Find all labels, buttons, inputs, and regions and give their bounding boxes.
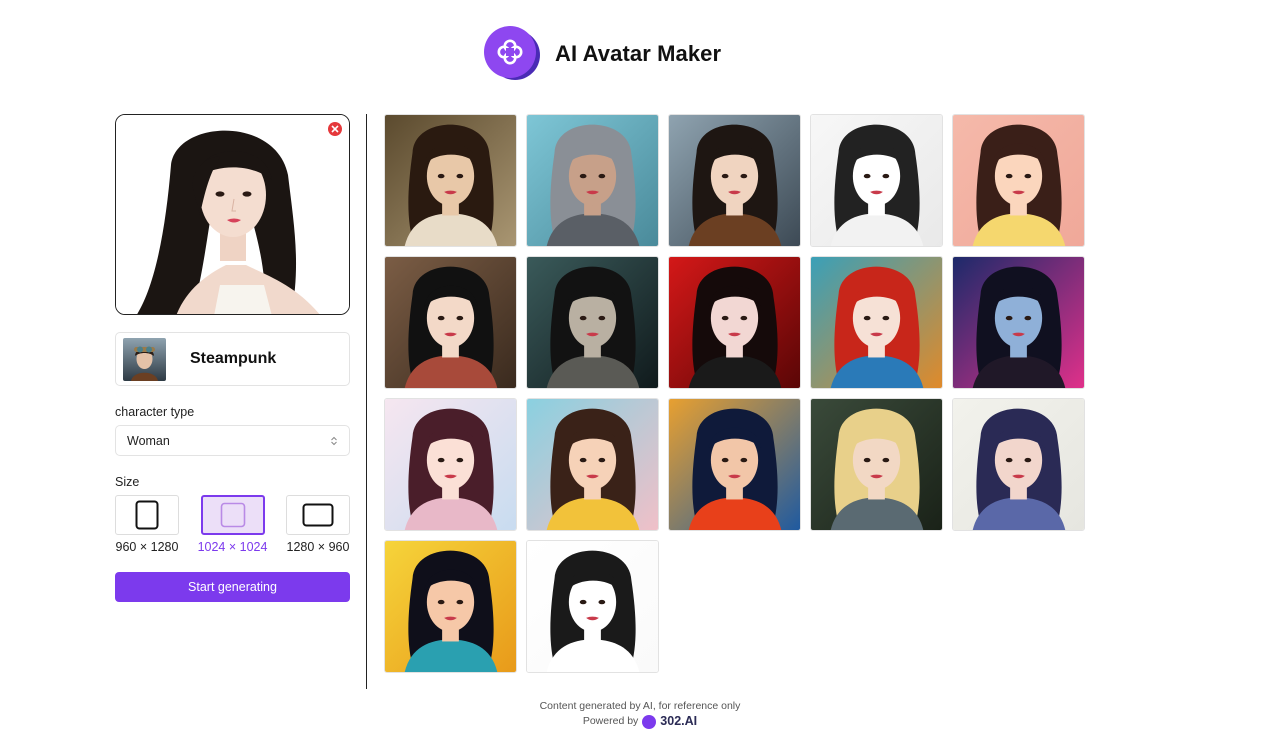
avatar-preview-image (811, 115, 942, 246)
size-option-label: 960 × 1280 (115, 540, 179, 554)
style-thumbnail[interactable] (952, 398, 1085, 531)
disclaimer-text: Content generated by AI, for reference o… (539, 700, 741, 712)
size-option-landscape[interactable]: 1280 × 960 (286, 495, 350, 554)
avatar-preview-image (811, 399, 942, 530)
character-type-select[interactable]: Woman (115, 425, 350, 456)
app-header: AI Avatar Maker (484, 26, 721, 82)
powered-by: Powered by 302.AI (0, 714, 1280, 729)
powered-by-label: Powered by (582, 715, 639, 727)
page-title: AI Avatar Maker (555, 41, 722, 66)
portrait-image (116, 115, 349, 314)
style-gallery (384, 114, 1088, 673)
avatar-preview-image (953, 399, 1084, 530)
size-option-label: 1024 × 1024 (197, 540, 268, 554)
portrait-icon (135, 500, 159, 530)
style-thumbnail[interactable] (668, 256, 801, 389)
start-generating-button[interactable]: Start generating (115, 572, 350, 602)
close-circle-icon[interactable] (328, 122, 342, 136)
brand-name[interactable]: 302.AI (660, 714, 697, 729)
style-thumbnail[interactable] (384, 540, 517, 673)
square-icon (220, 502, 245, 528)
style-thumbnail[interactable] (952, 256, 1085, 389)
avatar-preview-image (527, 257, 658, 388)
avatar-preview-image (385, 115, 516, 246)
avatar-preview-image (527, 115, 658, 246)
character-type-value: Woman (127, 433, 170, 448)
chevron-updown-icon (330, 436, 338, 446)
style-thumbnail[interactable] (526, 398, 659, 531)
style-name: Steampunk (190, 350, 277, 367)
avatar-preview-image (385, 399, 516, 530)
style-thumbnail[interactable] (668, 398, 801, 531)
style-thumbnail[interactable] (384, 114, 517, 247)
size-option-square[interactable]: 1024 × 1024 (197, 495, 268, 554)
style-thumbnail[interactable] (526, 256, 659, 389)
avatar-preview-image (953, 257, 1084, 388)
avatar-preview-image (385, 257, 516, 388)
style-thumbnail[interactable] (526, 114, 659, 247)
style-thumbnail[interactable] (668, 114, 801, 247)
uploaded-photo[interactable] (115, 114, 350, 315)
style-thumbnail[interactable] (810, 398, 943, 531)
character-type-label: character type (115, 405, 195, 419)
avatar-preview-image (669, 115, 800, 246)
panel-divider (366, 114, 367, 689)
avatar-preview-image (953, 115, 1084, 246)
avatar-preview-image (811, 257, 942, 388)
avatar-preview-image (669, 399, 800, 530)
style-selector[interactable]: Steampunk (115, 332, 350, 386)
avatar-preview-image (527, 541, 658, 672)
footer: Content generated by AI, for reference o… (0, 699, 1280, 729)
size-label: Size (115, 475, 140, 489)
avatar-preview-image (385, 541, 516, 672)
style-thumbnail (123, 337, 166, 381)
brand-logo-icon (642, 714, 657, 729)
size-option-label: 1280 × 960 (286, 540, 350, 554)
style-thumbnail[interactable] (384, 256, 517, 389)
style-thumbnail[interactable] (526, 540, 659, 673)
style-thumbnail[interactable] (810, 114, 943, 247)
landscape-icon (302, 503, 334, 527)
style-thumbnail[interactable] (810, 256, 943, 389)
avatar-preview-image (669, 257, 800, 388)
avatar-preview-image (527, 399, 658, 530)
style-thumbnail[interactable] (384, 398, 517, 531)
settings-panel: Steampunk character type Woman Size 960 … (115, 114, 350, 602)
style-thumbnail[interactable] (952, 114, 1085, 247)
size-option-portrait[interactable]: 960 × 1280 (115, 495, 179, 554)
clover-icon (484, 26, 540, 82)
size-options: 960 × 1280 1024 × 1024 1280 × 960 (115, 495, 350, 554)
